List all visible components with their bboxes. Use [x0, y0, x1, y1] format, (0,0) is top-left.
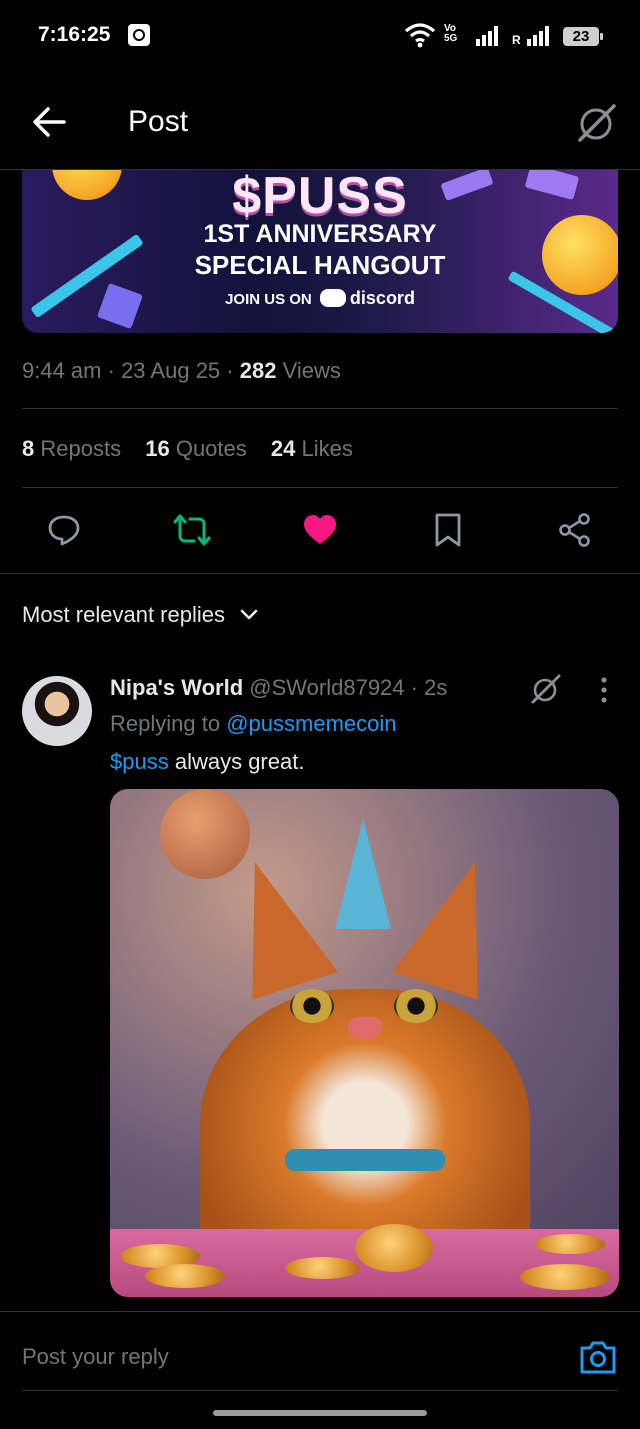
post-time: 9:44 am: [22, 358, 102, 383]
post-timestamp-views: 9:44 am · 23 Aug 25 · 282 Views: [22, 358, 341, 383]
views-count: 282: [239, 358, 277, 383]
reply-input[interactable]: Post your reply: [22, 1344, 169, 1370]
reply-text: $puss always great.: [110, 749, 304, 775]
banner-join-line: JOIN US ON discord: [22, 288, 618, 309]
bookmark-icon: [435, 513, 461, 547]
views-label: Views: [282, 358, 341, 383]
signal-strength-icon: [476, 26, 500, 46]
cat-nose: [348, 1017, 382, 1039]
banner-join-text: JOIN US ON: [225, 291, 312, 308]
replying-to-line: Replying to @pussmemecoin: [110, 711, 397, 737]
battery-icon: 23: [563, 27, 603, 46]
quotes-stat[interactable]: 16 Quotes: [145, 436, 247, 461]
reply-time-sep: ·: [404, 675, 425, 700]
replying-prefix: Replying to: [110, 711, 221, 736]
engagement-stats: 8 Reposts 16 Quotes 24 Likes: [22, 436, 353, 462]
repost-button[interactable]: [170, 508, 214, 552]
cat-ear-left: [212, 848, 338, 1000]
back-arrow-icon[interactable]: [30, 104, 70, 140]
replying-to-link[interactable]: @pussmemecoin: [226, 711, 396, 736]
replies-sort-dropdown[interactable]: Most relevant replies: [22, 602, 259, 628]
camera-icon[interactable]: [578, 1338, 618, 1376]
likes-count: 24: [270, 436, 296, 461]
avatar[interactable]: [22, 676, 92, 746]
page-title: Post: [128, 105, 189, 138]
status-bar: 7:16:25 Vo 5G R 23: [0, 0, 640, 72]
banner-line-1: 1ST ANNIVERSARY: [203, 220, 437, 248]
coin-3: [285, 1257, 360, 1279]
section-divider: [0, 573, 640, 574]
notification-app-icon: [128, 24, 150, 46]
post-date: 23 Aug 25: [121, 358, 221, 383]
share-button[interactable]: [553, 508, 597, 552]
signal-strength-icon-2: [527, 26, 551, 46]
discord-logo-icon: [319, 289, 346, 307]
roaming-label: R: [512, 33, 521, 47]
post-banner-image[interactable]: $PUSS 1ST ANNIVERSARY SPECIAL HANGOUT JO…: [22, 170, 618, 333]
divider-2: [22, 487, 618, 488]
quotes-count: 16: [145, 436, 170, 461]
reply-author[interactable]: Nipa's World @SWorld87924 · 2s: [110, 675, 447, 701]
reply-text-body: always great.: [168, 749, 305, 774]
gesture-nav-handle[interactable]: [213, 1410, 427, 1416]
banner-platform: discord: [349, 288, 415, 308]
wifi-icon: [404, 23, 436, 48]
coin-4: [520, 1264, 610, 1290]
reply-author-name: Nipa's World: [110, 675, 244, 700]
reposts-stat[interactable]: 8 Reposts: [22, 436, 121, 461]
likes-label: Likes: [301, 436, 353, 461]
more-options-icon[interactable]: [590, 675, 618, 705]
likes-stat[interactable]: 24 Likes: [271, 436, 353, 461]
party-hat: [335, 819, 391, 929]
banner-line-2: SPECIAL HANGOUT: [194, 250, 446, 280]
reply-author-handle: @SWorld87924: [249, 675, 405, 700]
share-icon: [559, 513, 590, 547]
coin-2: [145, 1264, 225, 1288]
balloon: [160, 789, 250, 879]
reposts-label: Reposts: [40, 436, 122, 461]
like-button[interactable]: [298, 508, 342, 552]
composer-bottom-divider: [22, 1390, 618, 1391]
reply-media-image[interactable]: [110, 789, 619, 1297]
banner-brand: $PUSS: [232, 170, 408, 225]
repost-icon: [173, 514, 211, 546]
grok-icon[interactable]: [574, 100, 622, 144]
heart-filled-icon: [304, 515, 336, 544]
speech-bubble-icon: [48, 515, 80, 546]
cat-eye-left: [290, 989, 334, 1023]
sort-label: Most relevant replies: [22, 602, 225, 627]
coin-5: [535, 1234, 605, 1254]
divider: [22, 408, 618, 409]
cashtag-link[interactable]: $puss: [110, 749, 169, 774]
cat-collar: [285, 1149, 445, 1171]
chevron-down-icon: [240, 609, 258, 620]
top-app-bar: Post: [0, 72, 640, 170]
bitcoin-coin: [355, 1224, 433, 1272]
reply-button[interactable]: [42, 508, 86, 552]
reposts-count: 8: [22, 436, 35, 461]
reply-time: 2s: [424, 675, 448, 700]
network-type-label: Vo 5G: [444, 23, 458, 44]
cat-eye-right: [394, 989, 438, 1023]
composer-divider: [0, 1311, 640, 1312]
bookmark-button[interactable]: [426, 508, 470, 552]
quotes-label: Quotes: [175, 436, 247, 461]
status-time: 7:16:25: [38, 23, 111, 46]
grok-icon[interactable]: [528, 671, 564, 707]
cat-ear-right: [392, 848, 518, 1000]
